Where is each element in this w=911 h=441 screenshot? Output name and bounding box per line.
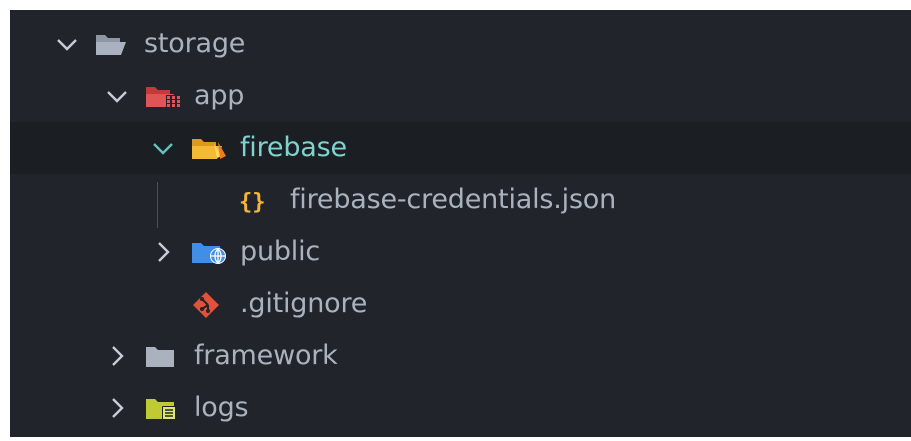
svg-text:{}: {} — [239, 190, 266, 214]
chevron-right-icon[interactable] — [104, 382, 130, 434]
firebase-folder-open-icon — [190, 122, 226, 174]
logs-folder-icon — [144, 382, 176, 434]
tree-item-logs[interactable]: logs — [10, 382, 911, 434]
chevron-right-icon[interactable] — [104, 330, 130, 382]
tree-item-storage[interactable]: storage — [10, 18, 911, 70]
json-file-icon: {} — [238, 174, 270, 226]
tree-item-label: logs — [194, 392, 249, 423]
public-folder-icon — [190, 226, 226, 278]
app-folder-open-icon — [144, 70, 180, 122]
folder-icon — [144, 330, 176, 382]
tree-item-label: firebase — [240, 132, 347, 163]
chevron-right-icon[interactable] — [150, 226, 176, 278]
folder-open-icon — [94, 18, 126, 70]
tree-item-framework[interactable]: framework — [10, 330, 911, 382]
tree-item-label: app — [194, 80, 245, 111]
tree-item-public[interactable]: public — [10, 226, 911, 278]
tree-item-gitignore[interactable]: .gitignore — [10, 278, 911, 330]
tree-item-label: public — [240, 236, 321, 267]
chevron-down-icon[interactable] — [54, 18, 80, 70]
tree-item-label: storage — [144, 28, 246, 59]
file-explorer-tree: storage app firebase {} firebase-credent… — [10, 10, 911, 437]
git-icon — [190, 278, 222, 330]
chevron-down-icon[interactable] — [104, 70, 130, 122]
tree-item-app[interactable]: app — [10, 70, 911, 122]
tree-item-firebase-credentials[interactable]: {} firebase-credentials.json — [10, 174, 911, 226]
tree-item-label: framework — [194, 340, 338, 371]
chevron-down-icon[interactable] — [150, 122, 176, 174]
tree-item-label: firebase-credentials.json — [290, 184, 617, 215]
tree-item-firebase[interactable]: firebase — [10, 122, 911, 174]
tree-item-label: .gitignore — [240, 288, 368, 319]
